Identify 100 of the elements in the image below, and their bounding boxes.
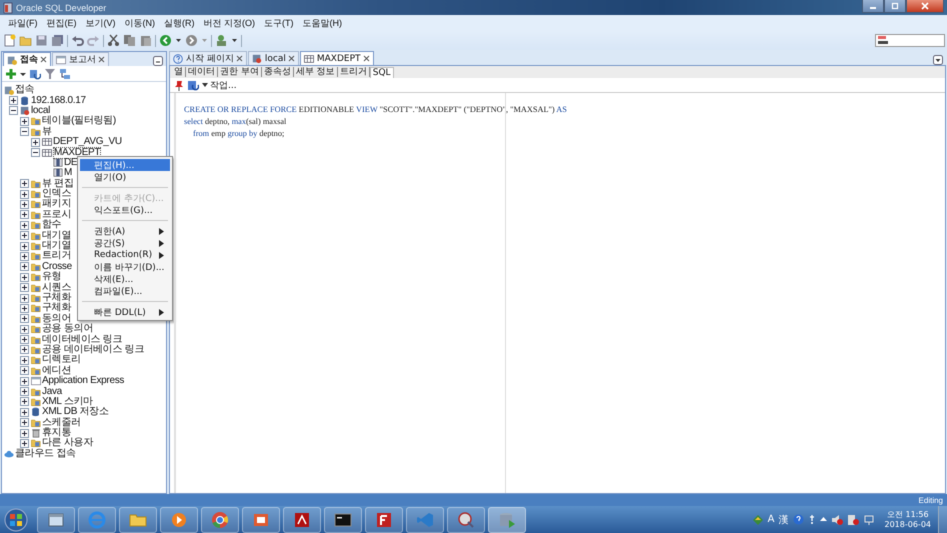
menu-item[interactable]: 컴파일(E)... [80,285,170,297]
expand-icon[interactable] [20,210,29,220]
expand-icon[interactable] [20,438,29,448]
editor-tab[interactable]: 종속성 [262,67,294,77]
ime-mode-button[interactable]: 漢 [778,512,788,526]
tree-item[interactable]: 테이블(필터링됨) [42,116,116,126]
expand-icon[interactable] [20,116,29,126]
tree-item[interactable]: Java [42,386,62,397]
undo-icon[interactable] [71,34,84,47]
restore-button[interactable] [884,0,906,13]
tree-item[interactable]: XML DB 저장소 [42,407,109,418]
tree-item[interactable]: 뷰 [42,126,52,137]
tree-item[interactable]: 스케줄러 [42,418,81,428]
editor-tab[interactable]: SQL [370,66,394,78]
pin-icon[interactable] [174,80,184,90]
document-tab[interactable]: MAXDEPT [300,51,374,65]
close-button[interactable] [906,0,944,13]
minimize-icon[interactable] [153,56,163,66]
expand-icon[interactable] [20,428,29,438]
expand-icon[interactable] [20,345,29,354]
start-button[interactable] [4,508,28,532]
expand-icon[interactable] [20,272,29,282]
expand-icon[interactable] [20,408,29,417]
save-icon[interactable] [35,34,48,47]
close-icon[interactable] [362,55,370,62]
expand-icon[interactable] [20,418,29,428]
collapse-icon[interactable] [20,127,29,136]
tree-item[interactable]: 192.168.0.17 [31,96,86,106]
refresh-icon[interactable] [187,80,199,90]
editor-tab[interactable]: 세부 정보 [294,67,338,77]
document-tab[interactable]: 시작 페이지 [169,51,247,65]
volume-icon[interactable] [830,514,842,526]
tree-item[interactable]: 에디션 [42,366,72,376]
tree-item[interactable]: 디렉토리 [42,355,81,366]
expand-icon[interactable] [9,96,18,106]
expand-icon[interactable] [20,376,29,386]
clock-date[interactable]: 2018-06-04 [884,520,931,530]
new-file-icon[interactable] [3,34,16,47]
tree-item[interactable]: 공용 동의어 [42,324,93,334]
tree-item[interactable]: 구체화 [42,293,72,303]
tree-item[interactable]: 데이터베이스 링크 [42,334,122,345]
panel-tab[interactable]: 보고서 [52,52,109,66]
tree-item[interactable]: 트리거 [42,251,72,262]
clock-time[interactable]: 오전 11:56 [886,510,929,520]
back-icon[interactable] [159,34,172,47]
tree-item[interactable]: 동의어 [42,314,72,324]
menu-item[interactable]: 익스포트(G)... [80,204,170,216]
menu-item[interactable]: 실행(R) [160,16,198,30]
network-icon[interactable] [862,514,874,526]
ime-mode-button[interactable]: A [768,514,774,525]
menu-item[interactable]: 도움말(H) [298,16,346,30]
tree-item[interactable]: Crosse [42,262,72,272]
cut-icon[interactable] [107,34,120,47]
language-bar-icon[interactable] [752,514,764,526]
close-icon[interactable] [98,56,105,63]
expand-icon[interactable] [20,200,29,209]
menu-item[interactable]: 빠른 DDL(L) [80,306,170,318]
copy-icon[interactable] [123,34,136,47]
expand-icon[interactable] [20,304,29,313]
menu-item[interactable]: 버전 지정(O) [200,16,259,30]
tree-item[interactable]: DE [64,158,78,168]
tree-item[interactable]: 공용 데이터베이스 링크 [42,344,144,355]
menu-item[interactable]: 삭제(E)... [80,273,170,285]
tree-item[interactable]: 인덱스 [42,189,72,200]
menu-item[interactable]: 편집(H)... [80,159,170,171]
snipping-tool-icon[interactable] [456,510,476,530]
menu-item[interactable]: 열기(O) [80,171,170,183]
expand-icon[interactable] [20,387,29,396]
expand-icon[interactable] [20,242,29,251]
editor-tab[interactable]: 데이터 [186,67,218,77]
close-icon[interactable] [40,56,47,63]
collapse-icon[interactable] [9,106,18,116]
help-icon[interactable] [792,514,804,525]
save-all-icon[interactable] [51,34,64,47]
expand-icon[interactable] [20,324,29,334]
actions-menu[interactable]: 작업... [202,78,237,92]
dropdown-icon[interactable] [933,55,943,65]
expand-icon[interactable] [20,190,29,199]
tree-item[interactable]: 접속 [15,85,34,96]
tree-item[interactable]: 클라우드 접속 [15,448,76,459]
expand-icon[interactable] [20,252,29,261]
expand-icon[interactable] [20,231,29,240]
tree-item[interactable]: 패키지 [42,199,72,210]
expand-icon[interactable] [20,314,29,324]
show-hidden-icons-icon[interactable] [820,516,826,523]
document-tab[interactable]: local [248,51,299,65]
tree-item[interactable]: 시퀀스 [42,282,72,293]
menu-item[interactable]: 도구(T) [260,16,298,30]
tree-item[interactable]: 다른 사용자 [42,438,93,448]
refresh-icon[interactable] [29,68,41,80]
tree-item[interactable]: Application Express [42,376,124,386]
expand-icon[interactable] [20,356,29,365]
menu-item[interactable]: Redaction(R) [80,249,170,261]
tree-item[interactable]: local [31,106,50,116]
expand-icon[interactable] [31,138,40,147]
tree-item[interactable]: DEPT_AVG_VU [53,137,122,148]
tree-item[interactable]: 함수 [42,220,62,230]
tree-item[interactable]: 대기열 [42,230,72,241]
tree-item[interactable]: 유형 [42,272,62,282]
schema-icon[interactable] [59,68,71,80]
